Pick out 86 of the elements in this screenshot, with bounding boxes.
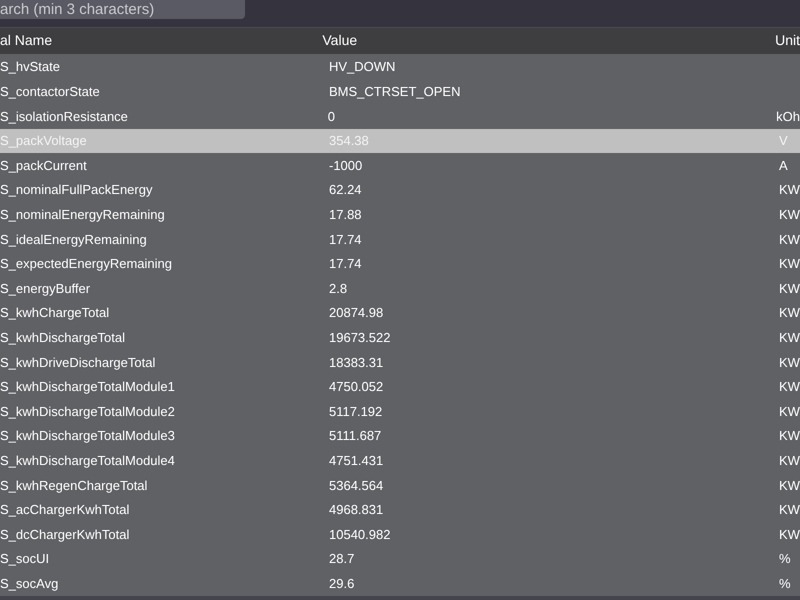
table-cell-text: S_kwhDriveDischargeTotal — [0, 354, 156, 372]
table-cell-text: KW — [779, 402, 800, 421]
table-cell-text: 29.6 — [329, 574, 356, 593]
table-cell-text: KW — [779, 280, 800, 298]
table-cell-text: S_hvState — [0, 58, 61, 76]
column-header: Value — [322, 31, 358, 50]
table-cell-text: kOh — [776, 108, 800, 126]
table-cell-text: KW — [779, 354, 800, 372]
table-cell-text: S_kwhRegenChargeTotal — [0, 476, 148, 495]
table-cell-text: 10540.982 — [329, 526, 392, 544]
table-row[interactable]: S_expectedEnergyRemaining 17.74 KW — [0, 252, 800, 276]
table-cell-text: S_kwhDischargeTotal — [0, 329, 126, 348]
table-cell-text: 4751.431 — [329, 452, 384, 470]
table-cell-text: KW — [779, 501, 800, 520]
table-row[interactable]: S_socAvg 29.6 % — [0, 571, 800, 596]
table-cell-text: 5117.192 — [329, 402, 384, 421]
table-row[interactable]: S_energyBuffer 2.8 KW — [0, 276, 800, 301]
table-cell-text: S_idealEnergyRemaining — [0, 230, 148, 249]
table-cell-text: S_kwhDischargeTotalModule1 — [0, 378, 176, 396]
table-row[interactable]: S_kwhRegenChargeTotal 5364.564 KW — [0, 473, 800, 498]
table-row[interactable]: S_contactorState BMS_CTRSET_OPEN — [0, 80, 800, 104]
table-row[interactable]: S_kwhDischargeTotal 19673.522 KW — [0, 325, 800, 350]
table-row[interactable]: S_isolationResistance 0 kOh — [0, 104, 800, 129]
table-cell-text: 62.24 — [329, 181, 363, 200]
table-cell-text: KW — [779, 230, 800, 249]
table-cell-text: HV_DOWN — [329, 58, 396, 76]
table-cell-text: % — [779, 550, 791, 568]
table-cell-text: S_socAvg — [0, 574, 60, 593]
column-header: al Name — [0, 31, 54, 50]
table-cell-text: S_kwhChargeTotal — [0, 304, 110, 322]
table-cell-text: 18383.31 — [329, 354, 384, 372]
table-cell-text: S_dcChargerKwhTotal — [0, 526, 130, 544]
table-cell-text: KW — [779, 452, 800, 470]
table-cell-text: S_socUI — [0, 550, 50, 568]
table-cell-text: KW — [779, 378, 800, 396]
table-cell-text: KW — [779, 181, 800, 200]
table-cell-text: KW — [779, 206, 800, 224]
table-cell-text: 4968.831 — [329, 501, 384, 520]
table-cell-text: S_expectedEnergyRemaining — [0, 255, 173, 274]
table-cell-text: S_kwhDischargeTotalModule3 — [0, 427, 176, 446]
table-cell-text: 20874.98 — [329, 304, 384, 322]
table-row[interactable]: S_kwhDriveDischargeTotal 18383.31 KW — [0, 350, 800, 375]
table-cell-text: S_kwhDischargeTotalModule2 — [0, 402, 176, 421]
table-cell-text: 2.8 — [329, 280, 348, 298]
table-cell-text: KW — [779, 255, 800, 274]
table-cell-text: S_nominalFullPackEnergy — [0, 181, 154, 200]
table-cell-text: 19673.522 — [329, 329, 392, 348]
table-cell-text: S_packCurrent — [0, 156, 88, 175]
table-row[interactable]: S_nominalFullPackEnergy 62.24 KW — [0, 178, 800, 202]
table-cell-text: A — [779, 156, 788, 175]
table-row[interactable]: S_kwhDischargeTotalModule4 4751.431 KW — [0, 448, 800, 474]
table-row[interactable]: S_idealEnergyRemaining 17.74 KW — [0, 227, 800, 252]
table-cell-text: KW — [779, 526, 800, 544]
table-row[interactable]: S_dcChargerKwhTotal 10540.982 KW — [0, 522, 800, 547]
table-cell-text: 17.74 — [329, 255, 363, 274]
search-field[interactable]: arch (min 3 characters) — [0, 0, 245, 19]
table-cell-text: S_kwhDischargeTotalModule4 — [0, 452, 176, 470]
table-row[interactable]: S_kwhChargeTotal 20874.98 KW — [0, 300, 800, 326]
table-row[interactable]: S_kwhDischargeTotalModule2 5117.192 KW — [0, 399, 800, 424]
table-cell-text: S_contactorState — [0, 83, 101, 102]
table-cell-text: S_energyBuffer — [0, 280, 92, 298]
table-cell-text: 5111.687 — [329, 427, 382, 446]
table-row[interactable]: S_kwhDischargeTotalModule3 5111.687 KW — [0, 424, 800, 448]
table-row[interactable]: S_packCurrent -1000 A — [0, 153, 800, 178]
table-cell-text: S_acChargerKwhTotal — [0, 501, 130, 520]
table-cell-text: -1000 — [329, 156, 364, 175]
table-row[interactable]: S_acChargerKwhTotal 4968.831 KW — [0, 498, 800, 522]
table-cell-text: 17.74 — [329, 230, 363, 249]
table-cell-text: KW — [779, 304, 800, 322]
table-row[interactable]: S_socUI 28.7 % — [0, 546, 800, 572]
table-cell-text: 4750.052 — [329, 378, 384, 396]
table-row[interactable]: S_hvState HV_DOWN — [0, 54, 800, 80]
table-cell-text: 5364.564 — [329, 476, 384, 495]
table-cell-text: 0 — [328, 108, 336, 126]
table-cell-text: KW — [779, 476, 800, 495]
column-header: Unit — [775, 31, 800, 50]
table-row[interactable]: S_kwhDischargeTotalModule1 4750.052 KW — [0, 374, 800, 400]
table-cell-text: BMS_CTRSET_OPEN — [329, 83, 462, 102]
table-cell-text: 28.7 — [329, 550, 356, 568]
table-row[interactable]: S_nominalEnergyRemaining 17.88 KW — [0, 202, 800, 228]
table-cell-text: % — [779, 574, 791, 593]
table-cell-text: 17.88 — [329, 206, 363, 224]
table-cell-text: S_nominalEnergyRemaining — [0, 206, 166, 224]
table-cell-text: KW — [779, 329, 800, 348]
table-cell-text: S_isolationResistance — [0, 108, 129, 126]
table-cell-text: KW — [779, 427, 800, 446]
